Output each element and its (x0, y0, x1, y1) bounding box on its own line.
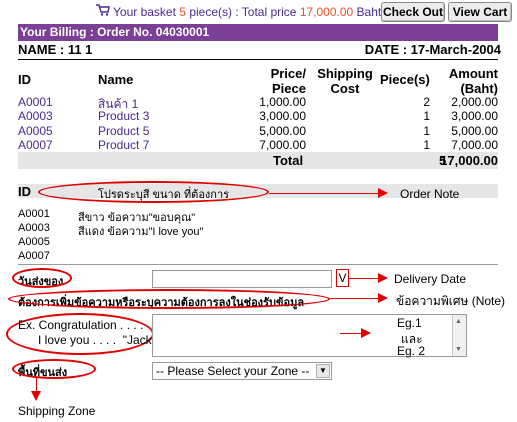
textarea-scrollbar[interactable]: ▲ ▼ (452, 315, 466, 356)
basket-total: 17,000.00 (299, 5, 354, 19)
scroll-up-icon[interactable]: ▲ (455, 318, 462, 325)
divider (18, 59, 498, 60)
highlight-oval (12, 359, 96, 379)
col-shipping-header: Shipping Cost (317, 66, 373, 96)
annotation-delivery-date: Delivery Date (394, 272, 467, 286)
highlight-oval (12, 268, 72, 288)
row-pieces: 2 (423, 95, 430, 109)
col-id-header: ID (18, 72, 31, 87)
arrow-head-icon (378, 293, 388, 303)
row-price: 1,000.00 (259, 95, 306, 109)
note-row-id: A0001 (18, 208, 50, 220)
basket-summary: Your basket 5 piece(s) : Total price 17,… (113, 5, 381, 19)
annotation-eg2: Eg. 2 (397, 344, 426, 358)
basket-count: 5 (179, 5, 186, 19)
arrow (330, 298, 379, 299)
items-list: A0001 สินค้า 1 1,000.00 2 2,000.00 A0003… (18, 95, 498, 152)
col-shipping-header-1: Shipping (317, 66, 373, 81)
annotation-eg1: Eg.1 (397, 316, 422, 330)
order-date: DATE : 17-March-2004 (364, 42, 501, 57)
total-row: Total 5 17,000.00 (18, 152, 498, 169)
row-price: 3,000.00 (259, 109, 306, 123)
row-id[interactable]: A0007 (18, 138, 53, 152)
highlight-oval (8, 289, 330, 309)
row-pieces: 1 (423, 138, 430, 152)
view-cart-button[interactable]: View Cart (448, 2, 512, 22)
basket-mid: piece(s) : Total price (189, 5, 297, 19)
note-row: A0005 (18, 236, 498, 250)
row-pieces: 1 (423, 109, 430, 123)
note-row: A0003 สีแดง ข้อความ"I love you" (18, 222, 498, 238)
row-price: 5,000.00 (259, 124, 306, 138)
basket-currency: Baht (356, 5, 382, 19)
table-row: A0007 Product 7 7,000.00 1 7,000.00 (18, 138, 498, 152)
row-pieces: 1 (423, 124, 430, 138)
row-name[interactable]: Product 3 (98, 109, 149, 123)
row-id[interactable]: A0005 (18, 124, 53, 138)
chevron-down-icon[interactable]: ▼ (316, 364, 330, 378)
message-textarea[interactable]: ▲ ▼ Eg.1 และ Eg. 2 (152, 314, 467, 358)
col-price-header: Price/ Piece (250, 66, 306, 96)
calendar-button[interactable]: V (336, 269, 349, 287)
arrow (269, 193, 379, 194)
table-row: A0003 Product 3 3,000.00 1 3,000.00 (18, 109, 498, 124)
row-amount: 5,000.00 (451, 124, 498, 138)
highlight-oval (38, 181, 269, 203)
col-pieces-header: Piece(s) (380, 72, 430, 87)
note-list: A0001 สีขาว ข้อความ"ขอบคุณ" A0003 สีแดง … (18, 208, 498, 264)
row-amount: 3,000.00 (451, 109, 498, 123)
note-row: A0007 (18, 250, 498, 264)
example-line-2: I love you . . . . "Jack" (38, 333, 156, 347)
note-row-id: A0003 (18, 222, 50, 234)
col-shipping-header-2: Cost (330, 81, 360, 96)
annotation-shipping-zone: Shipping Zone (18, 404, 96, 418)
table-row: A0001 สินค้า 1 1,000.00 2 2,000.00 (18, 95, 498, 111)
arrow (349, 278, 379, 279)
cart-icon (96, 4, 110, 16)
row-price: 7,000.00 (259, 138, 306, 152)
note-id-header: ID (18, 184, 31, 199)
arrow-head-icon (378, 188, 388, 198)
annotation-order-note: Order Note (400, 187, 460, 201)
customer-name: NAME : 11 1 (18, 42, 93, 57)
note-row-id: A0005 (18, 236, 50, 248)
row-amount: 2,000.00 (451, 95, 498, 109)
zone-select-value: -- Please Select your Zone -- (156, 364, 310, 378)
row-name[interactable]: Product 7 (98, 138, 149, 152)
delivery-date-input[interactable] (152, 270, 332, 288)
arrow-head-icon (378, 273, 388, 283)
row-amount: 7,000.00 (451, 138, 498, 152)
arrow (340, 333, 362, 334)
arrow-head-icon (31, 391, 41, 401)
note-row-id: A0007 (18, 250, 50, 262)
row-name[interactable]: Product 5 (98, 124, 149, 138)
total-amount: 17,000.00 (440, 153, 498, 168)
total-label: Total (273, 153, 304, 168)
col-amount-header: Amount (Baht) (440, 66, 498, 96)
divider (18, 264, 498, 265)
row-id[interactable]: A0001 (18, 95, 53, 109)
scroll-down-icon[interactable]: ▼ (455, 346, 462, 353)
row-id[interactable]: A0003 (18, 109, 53, 123)
col-price-header-2: Piece (272, 81, 306, 96)
zone-select[interactable]: -- Please Select your Zone -- ▼ (152, 362, 332, 380)
col-amount-header-2: (Baht) (460, 81, 498, 96)
col-name-header: Name (98, 72, 134, 87)
arrow (36, 378, 37, 392)
basket-prefix: Your basket (113, 5, 176, 19)
annotation-special-note: ข้อความพิเศษ (Note) (396, 294, 506, 308)
col-price-header-1: Price/ (270, 66, 306, 81)
checkout-button[interactable]: Check Out (381, 2, 445, 22)
note-row: A0001 สีขาว ข้อความ"ขอบคุณ" (18, 208, 498, 224)
billing-title: Your Billing : Order No. 04030001 (18, 24, 498, 41)
example-line-1: Ex. Congratulation . . . . (18, 318, 144, 332)
arrow-head-icon (361, 328, 371, 338)
col-amount-header-1: Amount (448, 66, 498, 81)
table-row: A0005 Product 5 5,000.00 1 5,000.00 (18, 124, 498, 138)
